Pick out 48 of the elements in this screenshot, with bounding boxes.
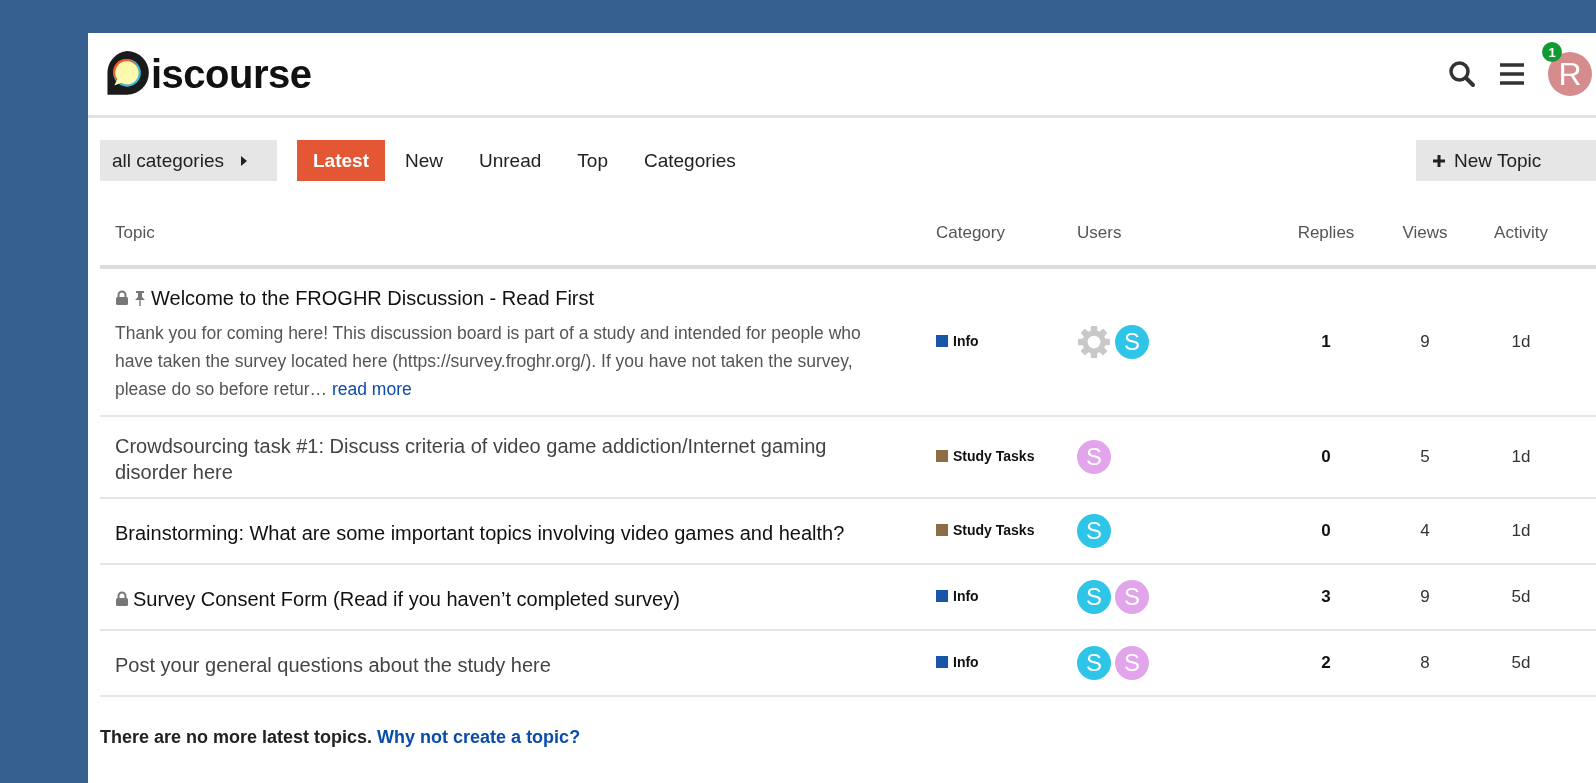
replies-count: 3 [1320,587,1332,607]
column-header[interactable]: Views [1372,223,1478,243]
column-header[interactable]: Topic [100,223,926,243]
search-icon[interactable] [1448,60,1476,88]
activity-time[interactable]: 5d [1478,653,1564,673]
notification-badge: 1 [1542,42,1562,62]
activity-time[interactable]: 5d [1478,587,1564,607]
views-count: 5 [1419,447,1431,467]
replies-count: 2 [1320,653,1332,673]
column-header[interactable]: Category [926,223,1067,243]
menu-icon[interactable] [1498,60,1526,88]
activity-time[interactable]: 1d [1478,332,1564,352]
plus-icon [1432,153,1446,168]
topic-title[interactable]: Welcome to the FROGHR Discussion - Read First [151,285,595,311]
nav-tab[interactable]: Latest [297,140,385,181]
category-badge[interactable]: Study Tasks [936,448,1035,464]
category-badge[interactable]: Info [936,654,979,670]
nav-tab[interactable]: Unread [463,140,558,181]
topic-title[interactable]: Crowdsourcing task #1: Discuss criteria of video game addiction/Internet gaming disorder here [115,433,876,485]
nav-tab[interactable]: New [388,140,459,181]
column-header[interactable]: Replies [1280,223,1372,243]
topic-title[interactable]: Survey Consent Form (Read if you haven’t completed survey) [133,586,680,612]
replies-count: 1 [1320,332,1332,352]
nav-tab[interactable]: Categories [627,140,752,181]
activity-time[interactable]: 1d [1478,521,1564,541]
new-topic-button[interactable]: New Topic [1416,140,1596,181]
read-more-link[interactable]: read more [331,379,412,399]
category-badge[interactable]: Study Tasks [936,522,1035,538]
replies-count: 0 [1320,521,1332,541]
activity-time[interactable]: 1d [1478,447,1564,467]
category-badge[interactable]: Info [936,333,979,349]
topic-excerpt: Thank you for coming here! This discussion board is part of a study and intended for people who have taken the survey located here (https://survey.froghr.org/). If you have not taken the survey, please do so before retur… read more [115,322,862,401]
views-count: 9 [1419,332,1431,352]
views-count: 4 [1419,521,1431,541]
footer-message: There are no more latest topics. [100,727,373,747]
views-count: 9 [1419,587,1431,607]
topic-title[interactable]: Post your general questions about the study here [115,652,551,678]
logo-text: iscourse [151,51,312,97]
replies-count: 0 [1320,447,1332,467]
category-dropdown[interactable]: all categories [100,140,277,181]
create-topic-link[interactable]: Why not create a topic? [377,727,581,747]
column-header[interactable]: Users [1067,223,1280,243]
views-count: 8 [1419,653,1431,673]
nav-tab[interactable]: Top [561,140,624,181]
caret-icon [239,154,248,167]
column-header[interactable]: Activity [1478,223,1564,243]
category-badge[interactable]: Info [936,588,979,604]
topic-title[interactable]: Brainstorming: What are some important topics involving video games and health? [115,520,845,546]
